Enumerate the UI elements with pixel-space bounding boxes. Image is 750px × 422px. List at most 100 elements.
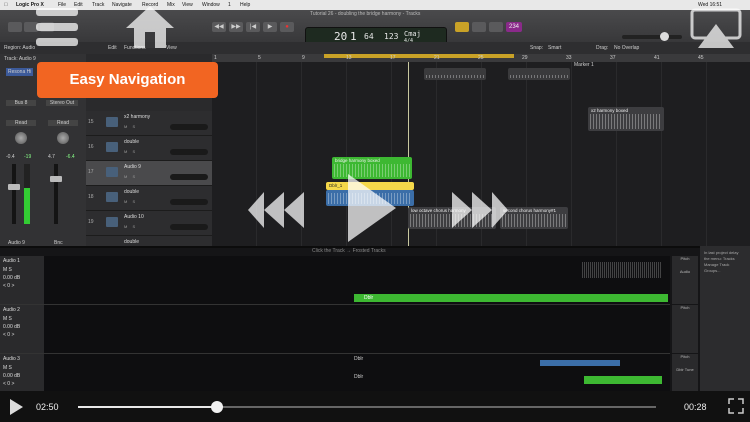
track-row-selected[interactable]: 17 Audio 9 M S (86, 161, 212, 186)
insert-slot[interactable]: Bus 8 (6, 100, 36, 106)
remaining-time: 00:28 (684, 402, 707, 412)
region-x2-harmony[interactable]: x2 harmony boxed (588, 107, 664, 131)
edit-menu[interactable]: Edit (108, 45, 117, 51)
lane-pan[interactable]: < 0 > (3, 332, 14, 338)
rewind-button[interactable]: ◀◀ (212, 22, 226, 32)
skip-forward-icon[interactable] (448, 188, 512, 232)
editor-lane[interactable]: Audio 2 M S 0.00 dB < 0 > (0, 305, 670, 354)
mute-solo-buttons[interactable]: M S (124, 124, 137, 129)
mute-solo-buttons[interactable]: M S (124, 224, 137, 229)
track-volume[interactable] (170, 199, 208, 205)
master-volume-slider[interactable] (622, 35, 682, 39)
lane-pan[interactable]: < 0 > (3, 283, 14, 289)
apple-icon[interactable]:  (4, 2, 8, 8)
track-volume[interactable] (170, 149, 208, 155)
tuner-button[interactable] (489, 22, 503, 32)
record-button[interactable]: ● (280, 22, 294, 32)
region-label[interactable]: Region: Audio (4, 45, 35, 51)
lcd-badge[interactable]: 234 (506, 22, 522, 32)
fullscreen-icon[interactable] (728, 398, 744, 414)
region-harmony-top[interactable] (424, 68, 486, 80)
pan-knob-right[interactable] (57, 132, 69, 144)
go-to-start-button[interactable]: |◀ (246, 22, 260, 32)
mute-solo-buttons[interactable]: M S (124, 149, 137, 154)
menu-window[interactable]: Window (202, 2, 220, 8)
region-green[interactable]: Dblr (354, 294, 668, 302)
library-button[interactable] (8, 22, 22, 32)
lane-grid[interactable]: Dblr Dblr (44, 354, 670, 392)
channel-strip-right: Stereo Out Read 4.7 -6.4 Bnc (46, 92, 82, 246)
region-harmony-top-2[interactable] (508, 68, 570, 80)
region-blue[interactable] (540, 360, 620, 366)
skip-back-icon[interactable] (244, 188, 308, 232)
marker-label[interactable]: Marker 1 (574, 62, 594, 68)
lcd-tempo: 123 (384, 32, 399, 41)
track-name[interactable]: Audio 10 (124, 214, 144, 220)
mute-solo-buttons[interactable]: M S (124, 199, 137, 204)
side-panel: In last project delay the menu: Tracks M… (700, 246, 750, 391)
drag-label: Drag: (596, 45, 609, 51)
play-icon[interactable] (8, 398, 24, 416)
track-row[interactable]: 15 x2 harmony M S (86, 111, 212, 136)
audio-editor[interactable]: Click the Track → Frosted Tracks Audio 1… (0, 246, 750, 393)
pitch-column: Pitch Dblr Tune (672, 354, 698, 392)
track-name[interactable]: x2 harmony (124, 114, 150, 120)
region-button[interactable]: Resona Hi (6, 68, 34, 76)
track-name[interactable]: double (124, 239, 139, 245)
automation-mode-right[interactable]: Read (48, 120, 78, 126)
ruler-mark: 21 (434, 55, 440, 61)
volume-fader-track[interactable] (12, 164, 16, 224)
region-green-small[interactable] (584, 376, 662, 384)
menu-help[interactable]: Help (240, 2, 250, 8)
lane-grid[interactable]: Dblr (44, 256, 670, 304)
editor-lane[interactable]: Audio 1 M S 0.00 dB < 0 > Dblr (0, 256, 670, 305)
track-name[interactable]: double (124, 139, 139, 145)
track-row[interactable]: 18 double M S (86, 186, 212, 211)
waveform (510, 75, 568, 78)
track-row[interactable]: 19 Audio 10 M S (86, 211, 212, 236)
track-name[interactable]: double (124, 189, 139, 195)
lane-pan[interactable]: < 0 > (3, 381, 14, 387)
track-volume[interactable] (170, 174, 208, 180)
play-button[interactable]: ▶ (263, 22, 277, 32)
lane-mute-solo[interactable]: M S (3, 267, 12, 273)
volume-fader-track-right[interactable] (54, 164, 58, 224)
track-label[interactable]: Track: Audio 9 (4, 56, 36, 62)
track-name[interactable]: Audio 9 (124, 164, 141, 170)
lcd-key: Cmaj (404, 30, 421, 38)
master-volume-knob[interactable] (660, 32, 669, 41)
menu-track[interactable]: Track (92, 2, 104, 8)
current-time: 02:50 (36, 402, 59, 412)
editor-lane[interactable]: Audio 3 M S 0.00 dB < 0 > Dblr Dblr (0, 354, 670, 393)
ruler[interactable]: 1 5 9 13 17 21 25 29 33 37 41 45 Marker … (212, 54, 750, 68)
cycle-range[interactable] (324, 54, 514, 58)
drag-select[interactable]: No Overlap (614, 45, 639, 51)
snap-select[interactable]: Smart (548, 45, 561, 51)
lane-grid[interactable] (44, 305, 670, 353)
cycle-button[interactable] (455, 22, 469, 32)
automation-mode[interactable]: Read (6, 120, 36, 126)
play-overlay-icon[interactable] (344, 172, 398, 244)
menu-view[interactable]: View (182, 2, 193, 8)
track-volume[interactable] (170, 124, 208, 130)
pan-knob[interactable] (15, 132, 27, 144)
progress-knob[interactable] (210, 401, 223, 413)
forward-button[interactable]: ▶▶ (229, 22, 243, 32)
lane-mute-solo[interactable]: M S (3, 316, 12, 322)
lane-name: Audio 1 (3, 258, 20, 264)
menu-icon[interactable] (34, 6, 80, 48)
track-number: 18 (88, 194, 94, 200)
level-meter (24, 164, 30, 224)
home-icon[interactable] (124, 2, 176, 50)
lcd-bpm: 64 (364, 32, 374, 41)
volume-fader-cap-right[interactable] (50, 176, 62, 182)
menu-1[interactable]: 1 (228, 2, 231, 8)
track-volume[interactable] (170, 224, 208, 230)
airplay-icon[interactable] (690, 8, 742, 50)
volume-fader-cap[interactable] (8, 184, 20, 190)
track-row[interactable]: 16 double M S (86, 136, 212, 161)
lane-mute-solo[interactable]: M S (3, 365, 12, 371)
replace-button[interactable] (472, 22, 486, 32)
mute-solo-buttons[interactable]: M S (124, 174, 137, 179)
output-slot[interactable]: Stereo Out (46, 100, 78, 106)
